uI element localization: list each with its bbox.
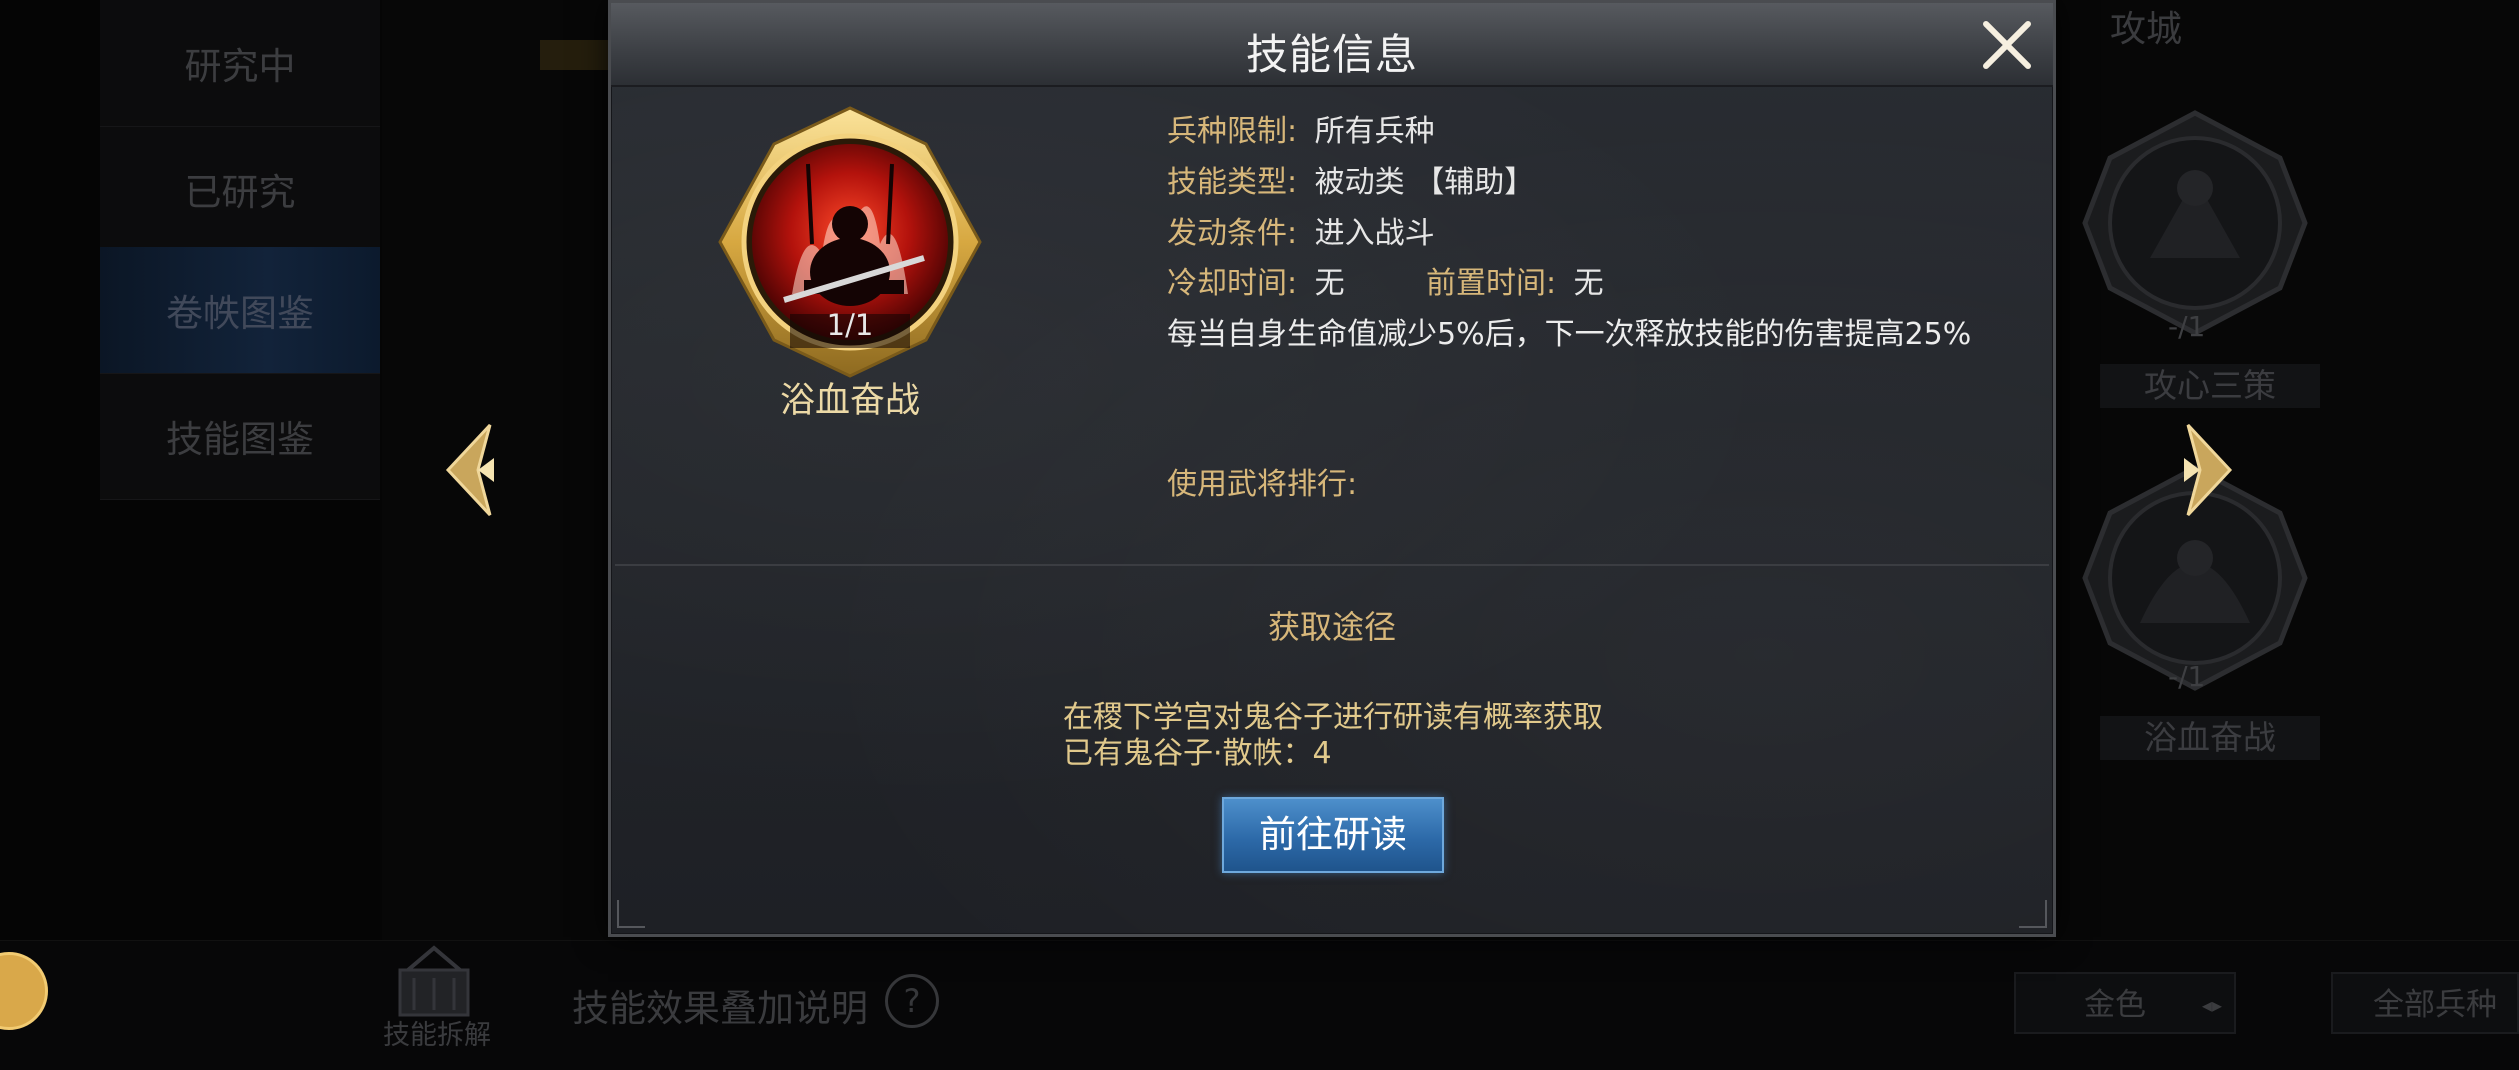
skill-icon-faded-1[interactable] <box>2080 108 2310 338</box>
section-divider <box>615 564 2049 566</box>
sidebar-item-skill-catalog[interactable]: 技能图鉴 <box>100 373 380 500</box>
troop-limit-row: 兵种限制: 所有兵种 <box>1167 106 1435 150</box>
skill-type-label: 技能类型: <box>1167 165 1298 200</box>
skill-count-faded-2: -/1 <box>2168 660 2206 693</box>
troop-filter-dropdown[interactable]: 全部兵种 <box>2331 972 2519 1034</box>
color-filter-dropdown[interactable]: 金色 ◂▸ <box>2014 972 2236 1034</box>
sidebar-item-label: 技能图鉴 <box>166 418 314 461</box>
sidebar: 研究中 已研究 卷帙图鉴 技能图鉴 <box>100 0 380 500</box>
precast-label: 前置时间: <box>1426 266 1557 301</box>
cooldown-value: 无 <box>1314 266 1345 301</box>
trigger-value: 进入战斗 <box>1314 216 1435 251</box>
sidebar-item-scroll-catalog[interactable]: 卷帙图鉴 <box>100 247 380 374</box>
skill-count-faded-1: -/1 <box>2168 310 2206 343</box>
general-ranking-label: 使用武将排行: <box>1167 467 1358 502</box>
cooldown-label: 冷却时间: <box>1167 266 1298 301</box>
troop-filter-label: 全部兵种 <box>2373 987 2497 1023</box>
cooldown-row: 冷却时间: 无 <box>1167 258 1345 302</box>
skill-description: 每当自身生命值减少5%后，下一次释放技能的伤害提高25% <box>1167 317 1972 352</box>
corner-ornament <box>2019 900 2047 928</box>
precast-row: 前置时间: 无 <box>1426 258 1604 302</box>
skill-count: 1/1 <box>826 308 874 342</box>
troop-limit-label: 兵种限制: <box>1167 114 1298 149</box>
gold-strip <box>540 40 610 70</box>
skill-type-value: 被动类 【辅助】 <box>1314 165 1535 200</box>
next-arrow-icon[interactable] <box>2168 420 2238 520</box>
stack-effect-text[interactable]: 技能效果叠加说明 <box>572 978 868 1032</box>
skill-label-faded-1: 攻心三策 <box>2100 364 2320 408</box>
skill-name: 浴血奋战 <box>779 381 920 421</box>
sidebar-item-label: 研究中 <box>184 45 296 88</box>
dialog-title: 技能信息 <box>1245 30 1418 79</box>
go-research-button[interactable]: 前往研读 <box>1222 797 1444 873</box>
sidebar-item-researching[interactable]: 研究中 <box>100 0 380 127</box>
owned-scrolls: 已有鬼谷子·散帙：4 <box>1063 736 1332 771</box>
color-filter-label: 金色 <box>2084 987 2146 1023</box>
skill-label-faded-2: 浴血奋战 <box>2100 716 2320 760</box>
troop-limit-value: 所有兵种 <box>1314 114 1435 149</box>
prev-arrow-icon[interactable] <box>440 420 510 520</box>
trigger-row: 发动条件: 进入战斗 <box>1167 208 1435 252</box>
dialog-header: 技能信息 <box>611 3 2053 87</box>
close-icon[interactable] <box>1980 18 2034 72</box>
precast-value: 无 <box>1573 266 1604 301</box>
trigger-label: 发动条件: <box>1167 216 1298 251</box>
dropdown-icon: ◂▸ <box>2201 993 2222 1017</box>
help-icon[interactable]: ? <box>885 974 939 1028</box>
corner-ornament <box>617 900 645 928</box>
sidebar-item-researched[interactable]: 已研究 <box>100 126 380 253</box>
siege-label: 攻城 <box>2110 9 2183 50</box>
dismantle-label: 技能拆解 <box>383 1020 491 1051</box>
sidebar-item-label: 已研究 <box>184 171 296 214</box>
skill-type-row: 技能类型: 被动类 【辅助】 <box>1167 157 1534 201</box>
sidebar-item-label: 卷帙图鉴 <box>166 292 314 335</box>
